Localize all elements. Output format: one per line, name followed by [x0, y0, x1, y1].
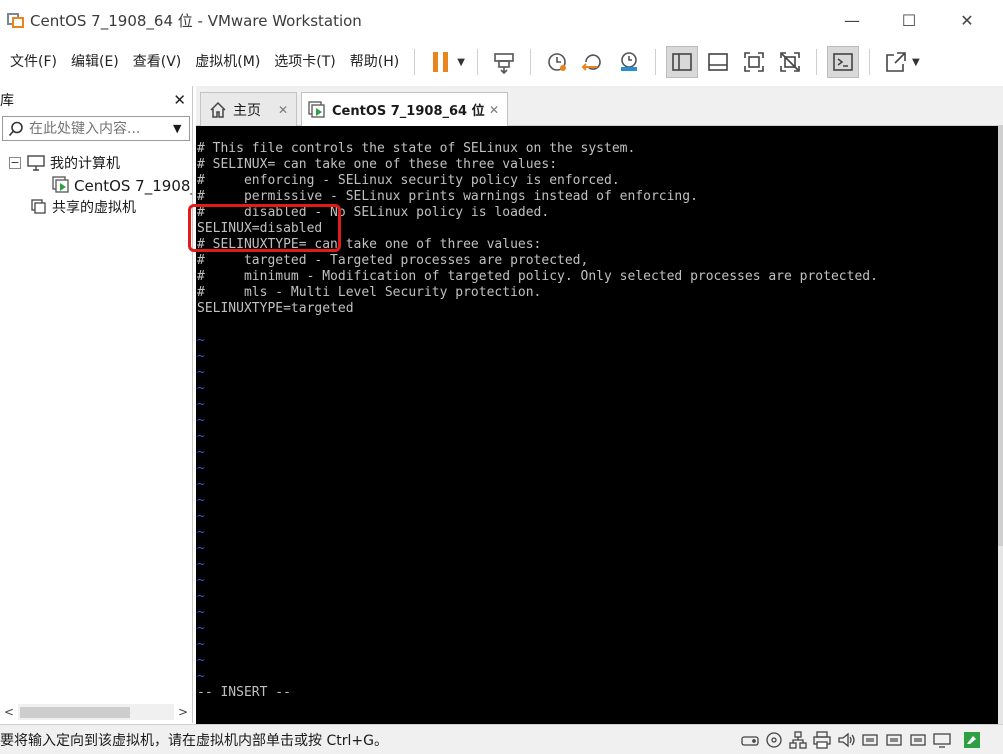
tree-label: 共享的虚拟机 — [52, 200, 136, 216]
menu-view[interactable]: 查看(V) — [126, 47, 189, 77]
tree-item-shared-vms[interactable]: 共享的虚拟机 — [0, 196, 192, 218]
tab-close-button[interactable]: ✕ — [278, 103, 288, 117]
library-title: 库 — [0, 93, 14, 109]
stretch-dropdown-icon[interactable]: ▼ — [912, 57, 920, 68]
title-bar: CentOS 7_1908_64 位 - VMware Workstation … — [0, 0, 1003, 40]
message-icon[interactable] — [962, 730, 982, 750]
sound-icon[interactable] — [836, 730, 856, 750]
tab-label: CentOS 7_1908_64 位 — [332, 104, 485, 119]
scroll-right-button[interactable]: > — [174, 705, 192, 719]
menu-tabs[interactable]: 选项卡(T) — [267, 47, 342, 77]
fullscreen-icon[interactable] — [738, 46, 770, 78]
library-horizontal-scrollbar[interactable]: < > — [0, 703, 192, 721]
toolbar-separator — [414, 49, 416, 75]
computer-icon — [27, 155, 45, 171]
thumbnail-bar-icon[interactable] — [702, 46, 734, 78]
tree-item-centos-vm[interactable]: CentOS 7_1908_64 位 — [0, 174, 192, 196]
tab-bar: 主页 ✕ CentOS 7_1908_64 位 ✕ — [196, 86, 1003, 126]
minimize-button[interactable]: — — [829, 0, 875, 40]
scroll-left-button[interactable]: < — [0, 705, 18, 719]
toolbar-separator — [476, 49, 478, 75]
library-search-input[interactable] — [29, 120, 169, 137]
vmware-logo-icon — [7, 11, 25, 29]
status-message: 要将输入定向到该虚拟机，请在虚拟机内部单击或按 Ctrl+G。 — [0, 732, 388, 749]
maximize-button[interactable]: ☐ — [886, 0, 932, 40]
scroll-track[interactable] — [18, 704, 174, 720]
menu-edit[interactable]: 编辑(E) — [64, 47, 126, 77]
annotation-highlight-box — [188, 204, 341, 252]
library-close-button[interactable]: ✕ — [173, 91, 186, 109]
tab-centos-vm[interactable]: CentOS 7_1908_64 位 ✕ — [301, 92, 508, 126]
usb-icon[interactable] — [860, 730, 880, 750]
revert-snapshot-icon[interactable] — [577, 46, 609, 78]
send-keys-icon[interactable] — [488, 46, 520, 78]
toolbar-separator — [868, 49, 870, 75]
menu-file[interactable]: 文件(F) — [0, 47, 64, 77]
tree-label: 我的计算机 — [50, 156, 120, 172]
snapshot-icon[interactable] — [541, 46, 573, 78]
tab-close-button[interactable]: ✕ — [489, 103, 499, 117]
search-dropdown-icon[interactable]: ▼ — [173, 122, 181, 135]
window-title: CentOS 7_1908_64 位 - VMware Workstation — [30, 11, 362, 30]
library-view-icon[interactable] — [665, 46, 698, 78]
close-button[interactable]: ✕ — [944, 0, 990, 40]
cd-dvd-icon[interactable] — [764, 730, 784, 750]
toolbar-separator — [529, 49, 531, 75]
vm-running-icon — [308, 100, 326, 119]
usb-icon[interactable] — [908, 730, 928, 750]
home-icon — [209, 101, 227, 119]
stretch-icon[interactable] — [880, 46, 912, 78]
tab-home[interactable]: 主页 ✕ — [200, 92, 297, 126]
menu-toolbar: 文件(F) 编辑(E) 查看(V) 虚拟机(M) 选项卡(T) 帮助(H) ▼ … — [0, 40, 1003, 84]
scroll-thumb[interactable] — [998, 126, 1003, 546]
status-bar: 要将输入定向到该虚拟机，请在虚拟机内部单击或按 Ctrl+G。 — [0, 724, 1003, 754]
search-icon — [3, 121, 29, 137]
toolbar-separator — [654, 49, 656, 75]
pause-icon[interactable] — [425, 46, 457, 78]
tree-label: CentOS 7_1908_64 位 — [74, 176, 192, 195]
library-panel: 库 ✕ ▼ − 我的计算机 CentOS 7_1908_64 位 共享的虚拟机 — [0, 86, 193, 723]
library-tree: − 我的计算机 CentOS 7_1908_64 位 共享的虚拟机 — [0, 152, 192, 218]
device-status-icons — [740, 730, 986, 750]
menu-help[interactable]: 帮助(H) — [343, 47, 406, 77]
shared-vm-icon — [31, 199, 47, 215]
console-vertical-scrollbar[interactable] — [998, 126, 1003, 724]
menu-vm[interactable]: 虚拟机(M) — [188, 47, 267, 77]
scroll-thumb[interactable] — [20, 707, 130, 718]
console-view-icon[interactable] — [826, 46, 859, 78]
snapshot-manager-icon[interactable] — [613, 46, 645, 78]
tab-label: 主页 — [233, 102, 261, 119]
pause-dropdown-icon[interactable]: ▼ — [457, 57, 465, 68]
printer-icon[interactable] — [812, 730, 832, 750]
vm-running-icon — [52, 176, 70, 194]
toolbar-separator — [815, 49, 817, 75]
usb-icon[interactable] — [884, 730, 904, 750]
collapse-toggle-icon[interactable]: − — [9, 157, 21, 169]
unity-icon[interactable] — [774, 46, 806, 78]
network-icon[interactable] — [788, 730, 808, 750]
tree-item-my-computer[interactable]: − 我的计算机 — [0, 152, 192, 174]
hard-disk-icon[interactable] — [740, 730, 760, 750]
library-search-box[interactable]: ▼ — [2, 116, 190, 141]
display-icon[interactable] — [932, 730, 952, 750]
library-header: 库 ✕ — [0, 86, 192, 114]
